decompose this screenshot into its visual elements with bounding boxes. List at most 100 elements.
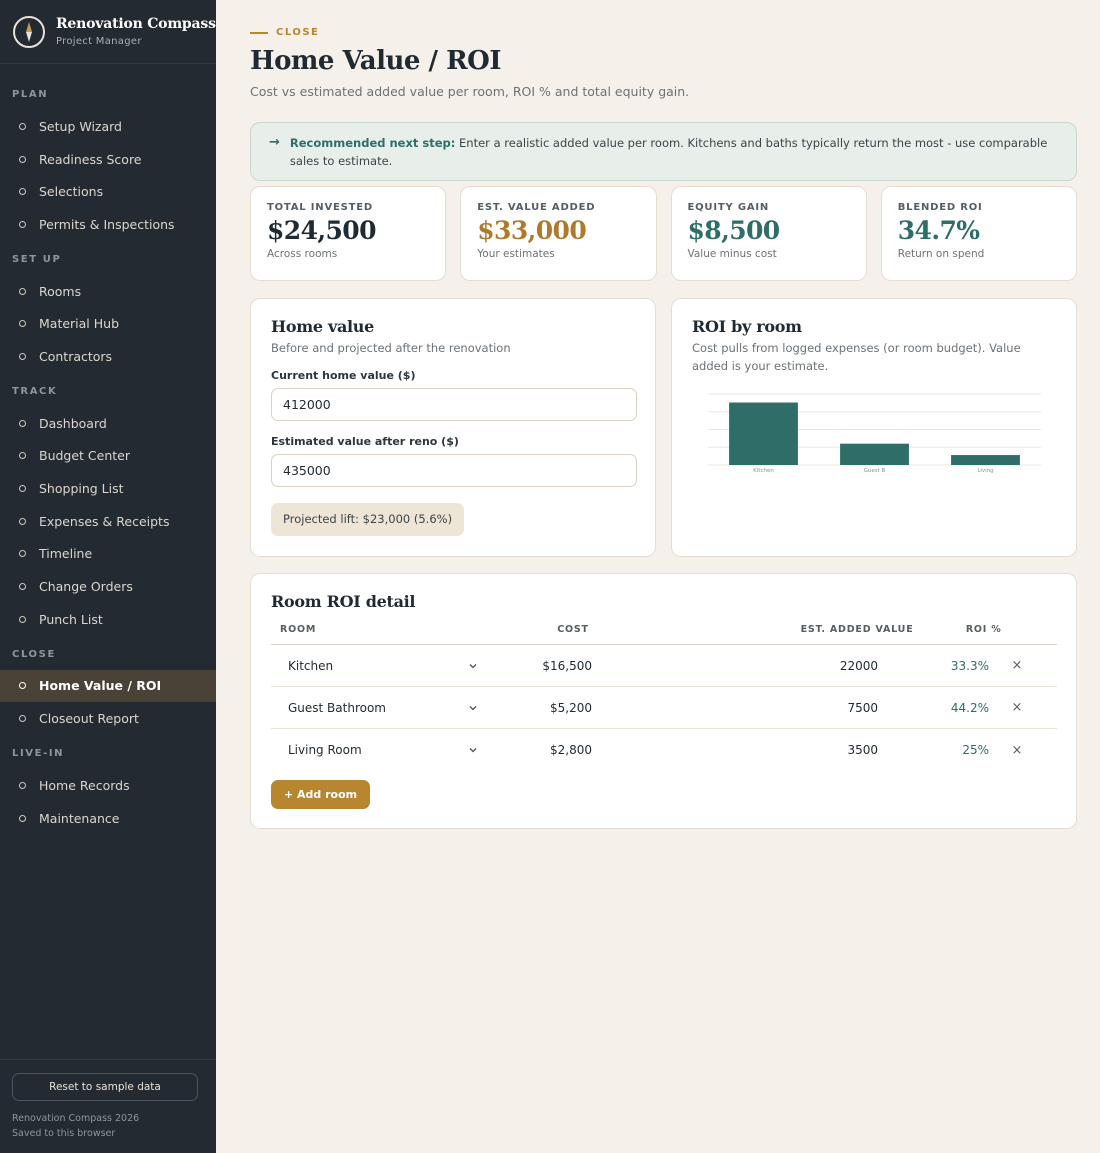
footer-copyright: Renovation Compass 2026 — [12, 1113, 140, 1124]
brand: Renovation Compass Project Manager — [0, 0, 216, 64]
sidebar-item-readiness-score[interactable]: Readiness Score — [0, 143, 216, 176]
nav-section-track: TRACK — [12, 385, 58, 397]
stat-label: EQUITY GAIN — [687, 202, 770, 213]
delete-row-button[interactable]: × — [989, 658, 1045, 673]
table-row: Kitchen $16,500 22000 33.3% × — [271, 645, 1057, 687]
circle-icon — [19, 452, 26, 460]
chart-bar — [729, 402, 798, 465]
chevron-down-icon — [469, 748, 477, 753]
sidebar-item-label: Change Orders — [39, 579, 133, 595]
sidebar-item-label: Contractors — [39, 348, 113, 364]
circle-icon — [19, 517, 26, 525]
circle-icon — [19, 615, 26, 623]
room-added-value-input[interactable]: 22000 — [592, 659, 899, 673]
roi-bar-chart: Kitchen Guest B Living — [708, 393, 1041, 474]
room-cost: $16,500 — [542, 658, 592, 673]
sidebar-item-label: Maintenance — [39, 810, 120, 826]
home-value-card: Home value Before and projected after th… — [250, 298, 656, 557]
room-roi: 33.3% — [950, 658, 989, 673]
circle-icon — [19, 188, 26, 196]
circle-icon — [19, 287, 26, 295]
stat-cards: TOTAL INVESTED $24,500 Across rooms EST.… — [250, 186, 1077, 281]
circle-icon — [19, 814, 26, 822]
card-title: Home value — [271, 317, 375, 336]
circle-icon — [19, 550, 26, 558]
col-cost: COST — [557, 624, 589, 635]
sidebar-item-punch-list[interactable]: Punch List — [0, 603, 216, 636]
col-value: EST. ADDED VALUE — [800, 624, 914, 635]
callout-lead: Recommended next step: — [289, 136, 456, 150]
chart-bar — [840, 443, 909, 465]
sidebar-item-material-hub[interactable]: Material Hub — [0, 307, 216, 340]
eyebrow-label: CLOSE — [276, 27, 320, 38]
sidebar-item-budget-center[interactable]: Budget Center — [0, 440, 216, 473]
delete-row-button[interactable]: × — [989, 700, 1045, 715]
chart-tick-label: Kitchen — [753, 468, 774, 474]
brand-subtitle: Project Manager — [56, 36, 142, 47]
stat-note: Your estimates — [477, 248, 555, 260]
sidebar-item-label: Timeline — [39, 546, 93, 562]
room-select[interactable]: Kitchen — [288, 659, 478, 673]
table-row: Living Room $2,800 3500 25% × — [271, 729, 1057, 771]
nav-section-live-in: LIVE-IN — [12, 748, 65, 759]
reset-sample-data-button[interactable]: Reset to sample data — [12, 1073, 198, 1101]
stat-label: BLENDED ROI — [897, 202, 983, 213]
sidebar-item-closeout-report[interactable]: Closeout Report — [0, 702, 216, 735]
sidebar-item-expenses[interactable]: Expenses & Receipts — [0, 505, 216, 538]
sidebar-item-label: Budget Center — [39, 448, 131, 464]
sidebar-item-rooms[interactable]: Rooms — [0, 275, 216, 308]
stat-value: $33,000 — [477, 216, 587, 245]
nav-section-setup: SET UP — [12, 253, 62, 265]
stat-note: Value minus cost — [687, 248, 777, 260]
sidebar-item-label: Setup Wizard — [39, 118, 122, 134]
col-room: ROOM — [280, 624, 317, 635]
sidebar-item-label: Readiness Score — [39, 151, 142, 167]
stat-value-added: EST. VALUE ADDED $33,000 Your estimates — [460, 186, 657, 281]
sidebar-item-shopping-list[interactable]: Shopping List — [0, 472, 216, 505]
room-added-value-input[interactable]: 3500 — [592, 743, 899, 757]
circle-icon — [19, 485, 26, 493]
room-name: Kitchen — [288, 658, 334, 673]
next-step-callout: → Recommended next step: Enter a realist… — [250, 122, 1077, 181]
delete-row-button[interactable]: × — [989, 743, 1045, 758]
stat-blended-roi: BLENDED ROI 34.7% Return on spend — [880, 186, 1077, 281]
chart-bar — [951, 455, 1020, 465]
sidebar-item-timeline[interactable]: Timeline — [0, 538, 216, 571]
after-value-label: Estimated value after reno ($) — [271, 435, 459, 448]
sidebar-item-maintenance[interactable]: Maintenance — [0, 802, 216, 835]
current-home-value-input[interactable] — [271, 388, 637, 421]
roi-table: ROOM COST EST. ADDED VALUE ROI % Kitchen… — [271, 621, 1057, 771]
sidebar-item-permits[interactable]: Permits & Inspections — [0, 208, 216, 241]
current-value-label: Current home value ($) — [271, 369, 416, 382]
sidebar-item-home-records[interactable]: Home Records — [0, 769, 216, 802]
eyebrow-rule — [250, 31, 268, 34]
stat-total-invested: TOTAL INVESTED $24,500 Across rooms — [250, 186, 447, 281]
room-added-value-input[interactable]: 7500 — [592, 701, 899, 715]
card-subtitle: Before and projected after the renovatio… — [271, 341, 511, 355]
chevron-down-icon — [469, 705, 477, 710]
estimated-value-after-input[interactable] — [271, 454, 637, 487]
card-title: ROI by room — [692, 317, 802, 336]
sidebar-item-change-orders[interactable]: Change Orders — [0, 570, 216, 603]
circle-icon — [19, 715, 26, 723]
sidebar-item-setup-wizard[interactable]: Setup Wizard — [0, 110, 216, 143]
room-roi: 25% — [962, 743, 989, 757]
footer-save-status: Saved to this browser — [12, 1128, 116, 1139]
circle-icon — [19, 781, 26, 789]
page-eyebrow: CLOSE — [250, 27, 319, 38]
nav-section-close: CLOSE — [12, 648, 56, 660]
sidebar-item-home-value-roi[interactable]: Home Value / ROI — [0, 669, 216, 703]
page-subtitle: Cost vs estimated added value per room, … — [250, 84, 690, 99]
sidebar-item-dashboard[interactable]: Dashboard — [0, 407, 216, 440]
sidebar-item-label: Expenses & Receipts — [39, 513, 170, 529]
room-select[interactable]: Living Room — [288, 743, 478, 757]
stat-label: EST. VALUE ADDED — [477, 202, 596, 213]
sidebar-item-selections[interactable]: Selections — [0, 175, 216, 208]
circle-icon — [19, 220, 26, 228]
sidebar-item-contractors[interactable]: Contractors — [0, 340, 216, 373]
sidebar-item-label: Punch List — [39, 611, 103, 627]
room-select[interactable]: Guest Bathroom — [288, 701, 478, 715]
add-room-button[interactable]: + Add room — [271, 780, 371, 809]
roi-chart: Kitchen Guest B Living — [692, 389, 1056, 493]
sidebar-item-label: Home Value / ROI — [39, 678, 162, 694]
